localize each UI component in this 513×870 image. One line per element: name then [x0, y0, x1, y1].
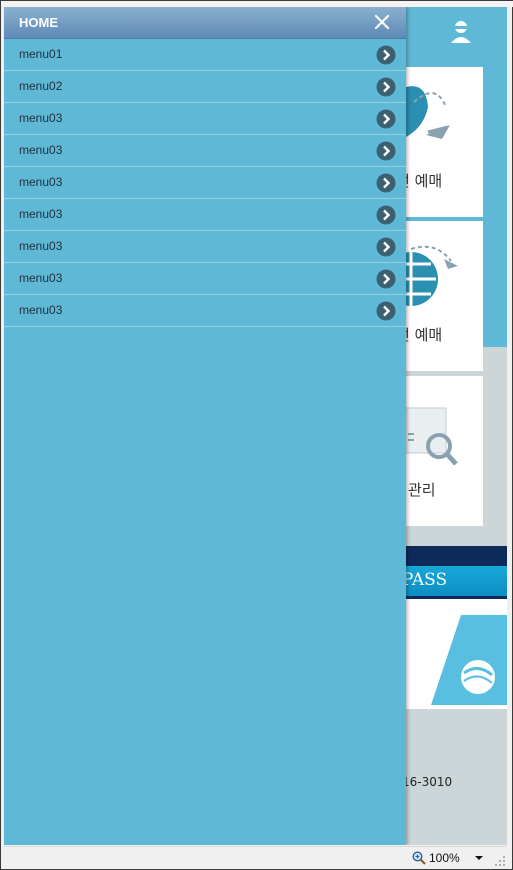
zoom-level[interactable]: 100% [429, 851, 460, 865]
menu-item-label: menu03 [19, 175, 63, 189]
menu-item-label: menu03 [19, 207, 63, 221]
resize-grip-icon[interactable] [494, 855, 506, 867]
user-icon[interactable] [446, 17, 476, 47]
menu-item[interactable]: menu02 [4, 71, 406, 103]
menu-item-label: menu03 [19, 111, 63, 125]
side-menu-list: menu01 menu02 menu03 menu03 menu03 menu0… [4, 39, 406, 327]
menu-item[interactable]: menu03 [4, 295, 406, 327]
menu-item[interactable]: menu03 [4, 103, 406, 135]
menu-item-label: menu03 [19, 303, 63, 317]
page-viewport: 선 예매 선 예매 관리 PASS 16-3010 HOME menu01 me… [4, 7, 507, 845]
status-bar: 100% [4, 846, 507, 869]
menu-item[interactable]: menu03 [4, 199, 406, 231]
service-card-1[interactable]: 선 예매 [396, 67, 483, 217]
service-card-3[interactable]: 관리 [406, 376, 483, 526]
chevron-right-icon [376, 141, 396, 161]
transit-card-image[interactable] [406, 615, 507, 707]
home-link[interactable]: HOME [19, 15, 58, 30]
zoom-icon[interactable] [412, 851, 426, 865]
menu-item[interactable]: menu01 [4, 39, 406, 71]
chevron-right-icon [376, 109, 396, 129]
globe-icon [406, 245, 458, 306]
menu-item-label: menu03 [19, 239, 63, 253]
chevron-right-icon [376, 237, 396, 257]
card3-label: 관리 [408, 481, 436, 499]
service-card-2[interactable]: 선 예매 [396, 221, 483, 371]
side-menu-header: HOME [4, 7, 406, 39]
contact-phone: 16-3010 [402, 775, 453, 789]
chevron-right-icon [376, 45, 396, 65]
menu-item-label: menu02 [19, 79, 63, 93]
chevron-right-icon [376, 173, 396, 193]
chevron-right-icon [376, 301, 396, 321]
menu-item[interactable]: menu03 [4, 263, 406, 295]
menu-item-label: menu01 [19, 47, 63, 61]
chevron-down-icon[interactable] [474, 853, 484, 863]
pass-banner[interactable]: PASS [402, 566, 507, 596]
side-menu: HOME menu01 menu02 menu03 menu03 menu03 … [4, 7, 406, 845]
menu-item[interactable]: menu03 [4, 231, 406, 263]
ticket-search-icon [406, 407, 458, 466]
close-icon[interactable] [373, 13, 391, 31]
menu-item-label: menu03 [19, 271, 63, 285]
menu-item-label: menu03 [19, 143, 63, 157]
airplane-map-icon [406, 86, 450, 139]
menu-item[interactable]: menu03 [4, 167, 406, 199]
pass-banner-text: PASS [402, 570, 448, 590]
banner-top-strip [406, 546, 507, 566]
chevron-right-icon [376, 205, 396, 225]
menu-item[interactable]: menu03 [4, 135, 406, 167]
chevron-right-icon [376, 269, 396, 289]
chevron-right-icon [376, 77, 396, 97]
browser-window: 선 예매 선 예매 관리 PASS 16-3010 HOME menu01 me… [0, 0, 513, 870]
